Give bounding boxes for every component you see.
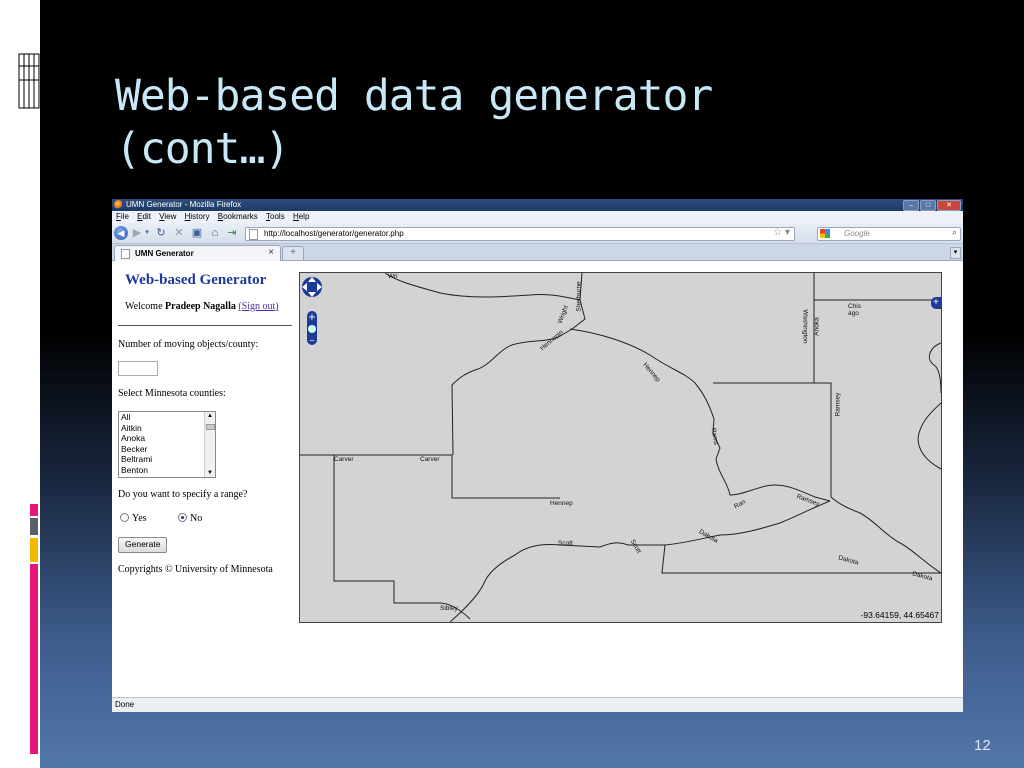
slide-title-line1: Web-based data generator	[115, 71, 713, 121]
accent-bar-pink-1	[30, 504, 38, 516]
new-tab-icon[interactable]: +	[282, 246, 304, 261]
welcome-prefix: Welcome	[125, 301, 163, 312]
map-label: Carver	[420, 456, 440, 463]
status-text: Done	[115, 700, 135, 709]
book-stack-icon	[18, 48, 40, 114]
navigation-toolbar: ◀ ▶ ▾ ↻ ✕ ▣ ⌂ ⇥ http://localhost/generat…	[112, 223, 963, 244]
map-label: Carver	[334, 456, 354, 463]
accent-bar-pink-2	[30, 564, 38, 754]
radio-circle-selected[interactable]	[178, 513, 187, 522]
accent-bar-slate	[30, 518, 38, 535]
map-label: Washington	[801, 309, 809, 344]
county-option[interactable]: Aitkin	[119, 423, 215, 434]
forward-icon[interactable]: ▶	[131, 226, 143, 240]
generate-button[interactable]: Generate	[118, 537, 168, 553]
sign-out-link[interactable]: (Sign out)	[238, 301, 278, 312]
menu-help[interactable]: Help	[293, 211, 309, 223]
map-label: Anoka	[813, 317, 821, 336]
maximize-icon[interactable]: □	[920, 200, 936, 211]
map-label: Chis ago	[848, 303, 862, 317]
user-name: Pradeep Nagalla	[165, 301, 236, 312]
back-icon[interactable]: ◀	[114, 226, 128, 240]
map-coordinates: -93.64159, 44.65467	[860, 610, 939, 620]
map-label: Ramsey	[834, 392, 842, 417]
search-box[interactable]: Google ⌕	[817, 227, 961, 241]
num-objects-input[interactable]	[118, 361, 158, 376]
scroll-down-icon[interactable]: ▼	[207, 470, 213, 476]
radio-circle[interactable]	[120, 513, 129, 522]
menu-edit[interactable]: Edit	[137, 211, 151, 223]
map-boundaries	[300, 273, 941, 622]
home-icon[interactable]: ⌂	[208, 226, 222, 240]
tab-title: UMN Generator	[135, 249, 194, 258]
window-titlebar: UMN Generator - Mozilla Firefox – □ ✕	[112, 199, 963, 211]
range-no-radio[interactable]: No	[178, 513, 202, 524]
history-dropdown-icon[interactable]: ▾	[143, 226, 151, 240]
radio-label-no: No	[190, 513, 203, 524]
map-label: Hennep	[550, 500, 573, 507]
slide-number: 12	[974, 737, 991, 754]
firefox-logo-icon	[114, 200, 123, 209]
window-controls: – □ ✕	[903, 200, 961, 211]
window-title: UMN Generator - Mozilla Firefox	[126, 200, 242, 209]
counties-label: Select Minnesota counties:	[118, 388, 226, 399]
accent-bar-yellow	[30, 538, 38, 562]
map-label: Sibley	[440, 605, 458, 612]
tab-bar: UMN Generator × + ▾	[112, 244, 963, 261]
page-icon	[249, 229, 258, 240]
page-heading: Web-based Generator	[125, 272, 267, 288]
county-option[interactable]: Becker	[119, 444, 215, 455]
search-icon[interactable]: ⌕	[952, 227, 957, 238]
welcome-line: Welcome Pradeep Nagalla (Sign out)	[125, 301, 279, 312]
pan-zoom-control[interactable]: + –	[300, 273, 324, 351]
menu-bookmarks[interactable]: Bookmarks	[218, 211, 258, 223]
copyright-text: Copyrights © University of Minnesota	[118, 564, 273, 575]
web-page: Web-based Generator Welcome Pradeep Naga…	[112, 261, 963, 697]
address-bar[interactable]: http://localhost/generator/generator.php…	[245, 227, 795, 241]
county-map[interactable]: + – + Wri Sherburne Wright Hennepin Wash…	[299, 272, 942, 623]
status-bar: Done	[112, 697, 963, 712]
bookmark-icon[interactable]: ▣	[190, 226, 204, 240]
slide-title: Web-based data generator (cont…)	[115, 70, 915, 176]
tab-list-icon[interactable]: ▾	[950, 247, 961, 259]
close-window-icon[interactable]: ✕	[937, 200, 961, 211]
menu-bar: File Edit View History Bookmarks Tools H…	[112, 211, 963, 223]
addon-icon[interactable]: ⇥	[225, 226, 239, 240]
num-objects-label: Number of moving objects/county:	[118, 339, 259, 350]
scroll-thumb[interactable]	[206, 424, 215, 430]
google-icon	[820, 229, 830, 238]
scroll-up-icon[interactable]: ▲	[207, 413, 213, 419]
stop-icon[interactable]: ✕	[172, 226, 186, 240]
minimize-icon[interactable]: –	[903, 200, 919, 211]
menu-history[interactable]: History	[185, 211, 210, 223]
listbox-scrollbar[interactable]: ▲ ▼	[204, 412, 215, 477]
county-option[interactable]: Beltrami	[119, 454, 215, 465]
tab-page-icon	[121, 249, 130, 259]
county-option[interactable]: All	[119, 412, 215, 423]
radio-label-yes: Yes	[132, 513, 147, 524]
county-option[interactable]: Benton	[119, 465, 215, 476]
divider	[118, 325, 292, 326]
tab-umn-generator[interactable]: UMN Generator ×	[114, 245, 281, 261]
slide-title-line2: (cont…)	[115, 124, 290, 174]
layer-switcher-icon[interactable]: +	[931, 297, 941, 309]
star-icon[interactable]: ☆ ▾	[773, 227, 790, 238]
close-tab-icon[interactable]: ×	[268, 247, 274, 258]
map-label: Sherburne	[575, 281, 583, 312]
map-label: Scott	[558, 540, 573, 547]
county-option[interactable]: Anoka	[119, 433, 215, 444]
reload-icon[interactable]: ↻	[154, 226, 168, 240]
url-text: http://localhost/generator/generator.php	[264, 229, 404, 238]
search-placeholder: Google	[844, 229, 870, 238]
range-label: Do you want to specify a range?	[118, 489, 248, 500]
menu-tools[interactable]: Tools	[266, 211, 285, 223]
range-yes-radio[interactable]: Yes	[120, 513, 147, 524]
menu-view[interactable]: View	[159, 211, 176, 223]
svg-text:+: +	[308, 312, 316, 323]
svg-text:–: –	[310, 335, 315, 346]
counties-listbox[interactable]: All Aitkin Anoka Becker Beltrami Benton …	[118, 411, 216, 478]
map-label: Wri	[388, 273, 398, 280]
browser-window: UMN Generator - Mozilla Firefox – □ ✕ Fi…	[112, 199, 963, 712]
menu-file[interactable]: File	[116, 211, 129, 223]
